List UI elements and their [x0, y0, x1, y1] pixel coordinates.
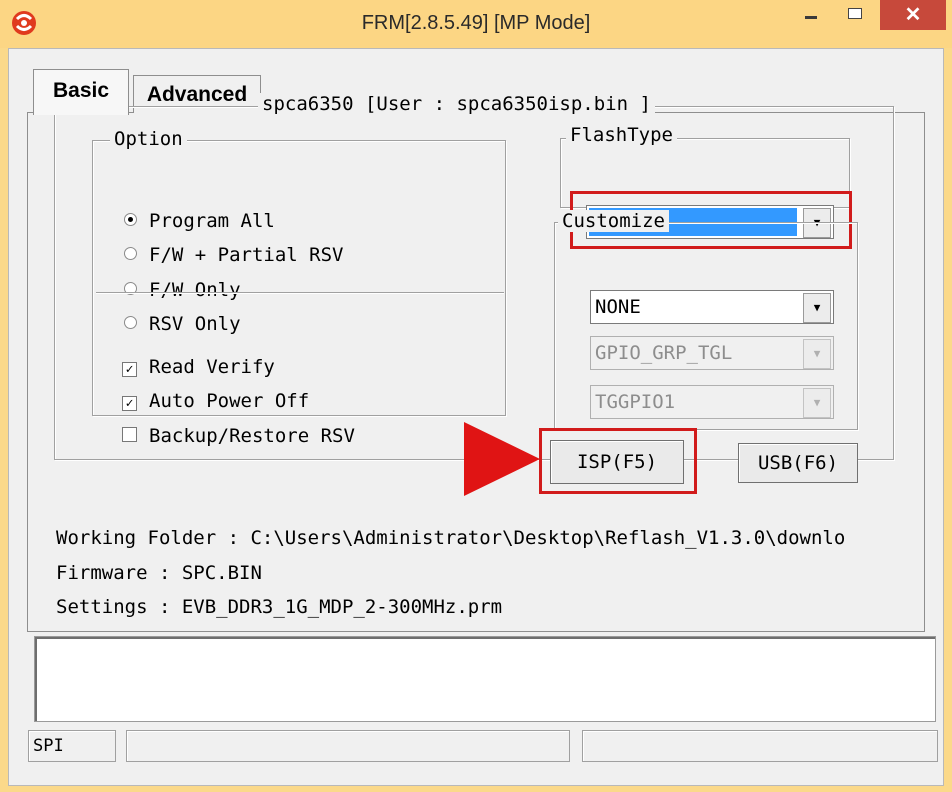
device-group-legend: spca6350 [User : spca6350isp.bin ]	[258, 93, 655, 115]
customize-select[interactable]: NONE ▼	[590, 290, 834, 324]
annotation-arrow-icon	[464, 422, 540, 496]
minimize-button[interactable]	[792, 0, 828, 30]
flashtype-group-legend: FlashType	[566, 124, 677, 146]
firmware-text: Firmware : SPC.BIN	[56, 562, 262, 584]
maximize-button[interactable]	[836, 0, 872, 30]
checkbox-checked-icon: ✓	[122, 396, 137, 411]
settings-text: Settings : EVB_DDR3_1G_MDP_2-300MHz.prm	[56, 596, 503, 618]
checkbox-checked-icon: ✓	[122, 362, 137, 377]
radio-fw-only[interactable]: F/W Only	[124, 279, 241, 301]
radio-selected-icon	[124, 213, 137, 226]
title-bar[interactable]: FRM[2.8.5.49] [MP Mode] ✕	[0, 0, 952, 48]
usb-button[interactable]: USB(F6)	[738, 443, 858, 483]
radio-rsv-only[interactable]: RSV Only	[124, 313, 241, 335]
checkbox-read-verify[interactable]: ✓ Read Verify	[122, 356, 275, 378]
chevron-down-icon: ▼	[803, 388, 831, 418]
gpio-group-select: GPIO_GRP_TGL ▼	[590, 336, 834, 370]
annotation-highlight-box	[539, 428, 697, 494]
chevron-down-icon[interactable]: ▼	[803, 293, 831, 323]
checkbox-backup-restore-rsv[interactable]: Backup/Restore RSV	[122, 425, 355, 447]
radio-empty-icon	[124, 316, 137, 329]
checkbox-empty-icon	[122, 427, 137, 442]
chevron-down-icon: ▼	[803, 339, 831, 369]
option-group-legend: Option	[110, 128, 187, 150]
gpio-pin-select: TGGPIO1 ▼	[590, 385, 834, 419]
customize-group-legend: Customize	[558, 210, 669, 232]
status-message	[582, 730, 938, 762]
log-output-area[interactable]	[34, 636, 936, 722]
tab-basic[interactable]: Basic	[33, 69, 129, 115]
radio-fw-partial-rsv[interactable]: F/W + Partial RSV	[124, 244, 343, 266]
radio-program-all[interactable]: Program All	[124, 210, 275, 232]
option-divider	[96, 292, 504, 294]
status-flash-type: SPI	[28, 730, 116, 762]
checkbox-auto-power-off[interactable]: ✓ Auto Power Off	[122, 390, 309, 412]
close-button[interactable]: ✕	[880, 0, 946, 30]
status-progress	[126, 730, 570, 762]
working-folder-text: Working Folder : C:\Users\Administrator\…	[56, 527, 846, 549]
radio-empty-icon	[124, 247, 137, 260]
